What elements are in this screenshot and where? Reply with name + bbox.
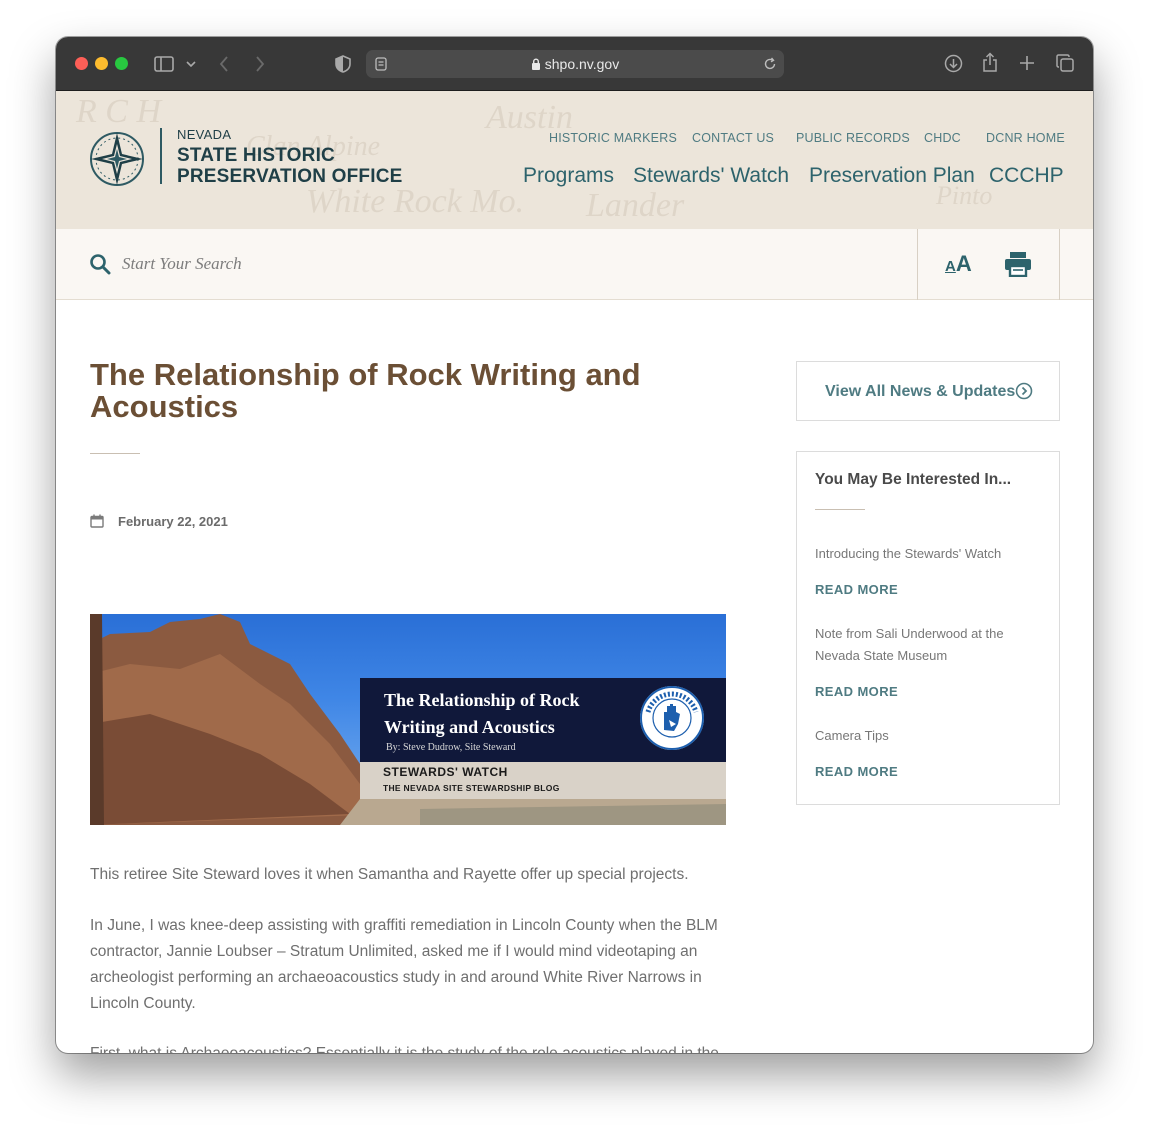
- url-label: shpo.nv.gov: [544, 56, 620, 72]
- read-more-link[interactable]: READ MORE: [815, 764, 898, 779]
- related-articles-title: You May Be Interested In...: [815, 471, 1012, 488]
- banner-blog-name: THE NEVADA SITE STEWARDSHIP BLOG: [383, 783, 560, 793]
- site-header: R C H Clan Alpine Austin White Rock Mo. …: [56, 91, 1093, 229]
- font-size-icon[interactable]: AA: [945, 251, 972, 277]
- zoom-window-button[interactable]: [115, 57, 128, 70]
- chevron-right-circle-icon: [1015, 382, 1033, 400]
- print-icon[interactable]: [1004, 251, 1032, 277]
- read-more-link[interactable]: READ MORE: [815, 582, 898, 597]
- nav-preservation-plan[interactable]: Preservation Plan: [809, 164, 975, 188]
- site-stewardship-badge-icon: [640, 686, 704, 750]
- compass-star-logo-icon[interactable]: [89, 131, 145, 187]
- article-paragraph: This retiree Site Steward loves it when …: [90, 866, 689, 883]
- nav-public-records[interactable]: PUBLIC RECORDS: [796, 131, 910, 145]
- browser-toolbar: shpo.nv.gov: [56, 37, 1093, 91]
- address-bar[interactable]: shpo.nv.gov: [366, 50, 784, 78]
- related-article-title[interactable]: Note from Sali Underwood at the Nevada S…: [815, 623, 1035, 667]
- downloads-icon[interactable]: [944, 54, 963, 73]
- logo-title-line2[interactable]: PRESERVATION OFFICE: [177, 166, 403, 188]
- article-title: The Relationship of Rock Writing and Aco…: [90, 357, 641, 424]
- related-article-title[interactable]: Camera Tips: [815, 725, 1035, 747]
- banner-byline: By: Steve Dudrow, Site Steward: [386, 742, 516, 753]
- page-tools: AA: [917, 229, 1060, 300]
- map-texture: Lander: [586, 187, 685, 224]
- chevron-down-icon[interactable]: [186, 61, 196, 67]
- banner-title-line1: The Relationship of Rock: [384, 690, 580, 710]
- article-paragraph: In June, I was knee-deep assisting with …: [90, 917, 718, 1012]
- lock-icon: [531, 58, 540, 70]
- nav-chdc[interactable]: CHDC: [924, 131, 961, 145]
- banner-title-line2: Writing and Acoustics: [384, 717, 555, 737]
- read-more-link[interactable]: READ MORE: [815, 684, 898, 699]
- view-all-news-button[interactable]: View All News & Updates: [796, 361, 1060, 421]
- browser-window: shpo.nv.gov R C H Clan Alpine Austin Whi…: [56, 37, 1093, 1053]
- related-article-title[interactable]: Introducing the Stewards' Watch: [815, 543, 1035, 565]
- nav-ccchp[interactable]: CCCHP: [989, 164, 1064, 188]
- nav-dcnr-home[interactable]: DCNR HOME: [986, 131, 1065, 145]
- search-icon[interactable]: [89, 253, 111, 275]
- title-divider: [90, 453, 140, 454]
- article-date: February 22, 2021: [118, 514, 228, 529]
- minimize-window-button[interactable]: [95, 57, 108, 70]
- privacy-shield-icon[interactable]: [335, 55, 351, 73]
- reload-icon[interactable]: [763, 57, 777, 71]
- calendar-icon: [90, 514, 104, 528]
- map-texture: R C H: [76, 93, 161, 130]
- logo-divider: [160, 128, 162, 184]
- map-texture: White Rock Mo.: [306, 183, 525, 220]
- nav-historic-markers[interactable]: HISTORIC MARKERS: [549, 131, 677, 145]
- nav-programs[interactable]: Programs: [523, 164, 614, 188]
- nav-stewards-watch[interactable]: Stewards' Watch: [633, 164, 789, 188]
- article-banner-image: The Relationship of Rock Writing and Aco…: [90, 614, 726, 825]
- forward-icon[interactable]: [255, 56, 265, 72]
- nav-contact-us[interactable]: CONTACT US: [692, 131, 774, 145]
- banner-series-name: STEWARDS' WATCH: [383, 765, 508, 779]
- tab-overview-icon[interactable]: [1056, 54, 1074, 72]
- new-tab-icon[interactable]: [1019, 55, 1035, 71]
- related-articles-panel: You May Be Interested In... Introducing …: [796, 451, 1060, 805]
- logo-state-label[interactable]: NEVADA: [177, 127, 231, 142]
- view-all-news-label: View All News & Updates: [825, 383, 1016, 400]
- search-bar: AA: [56, 229, 1093, 300]
- article-paragraph: First, what is Archaeoacoustics? Essenti…: [90, 1041, 730, 1053]
- search-input[interactable]: [122, 251, 622, 277]
- close-window-button[interactable]: [75, 57, 88, 70]
- logo-title-line1[interactable]: STATE HISTORIC: [177, 145, 335, 167]
- url-text: shpo.nv.gov: [366, 56, 784, 72]
- sidebar-toggle-icon[interactable]: [154, 56, 174, 72]
- share-icon[interactable]: [982, 52, 998, 73]
- related-articles-divider: [815, 509, 865, 510]
- back-icon[interactable]: [219, 56, 229, 72]
